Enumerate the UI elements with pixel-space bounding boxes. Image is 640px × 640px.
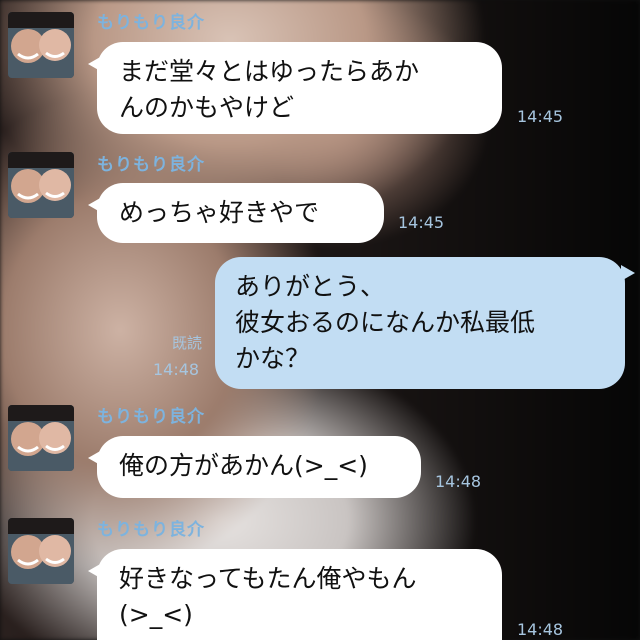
message-bubble[interactable]: ありがとう、 彼女おるのになんか私最低 かな？ [215,257,635,389]
read-receipt: 既読 [171,334,202,352]
sender-avatar[interactable] [8,518,74,584]
sender-name: もりもり良介 [97,407,205,427]
message-time: 14:48 [153,360,200,379]
sender-avatar[interactable] [8,152,74,218]
sender-avatar[interactable] [8,12,74,78]
message-time: 14:45 [398,213,445,232]
sender-name: もりもり良介 [97,155,205,175]
message-bubble[interactable]: めっちゃ好きやで [88,183,384,243]
message-time: 14:48 [435,472,482,491]
message-bubble[interactable]: 好きなってもたん俺やもん (>_<) [88,549,502,640]
sender-name: もりもり良介 [97,13,205,33]
message-bubble[interactable]: まだ堂々とはゆったらあか んのかもやけど [88,42,502,134]
message-time: 14:48 [517,620,564,639]
message-time: 14:45 [517,107,564,126]
sender-avatar[interactable] [8,405,74,471]
sender-name: もりもり良介 [97,520,205,540]
message-bubble[interactable]: 俺の方があかん(>_<) [88,436,421,498]
